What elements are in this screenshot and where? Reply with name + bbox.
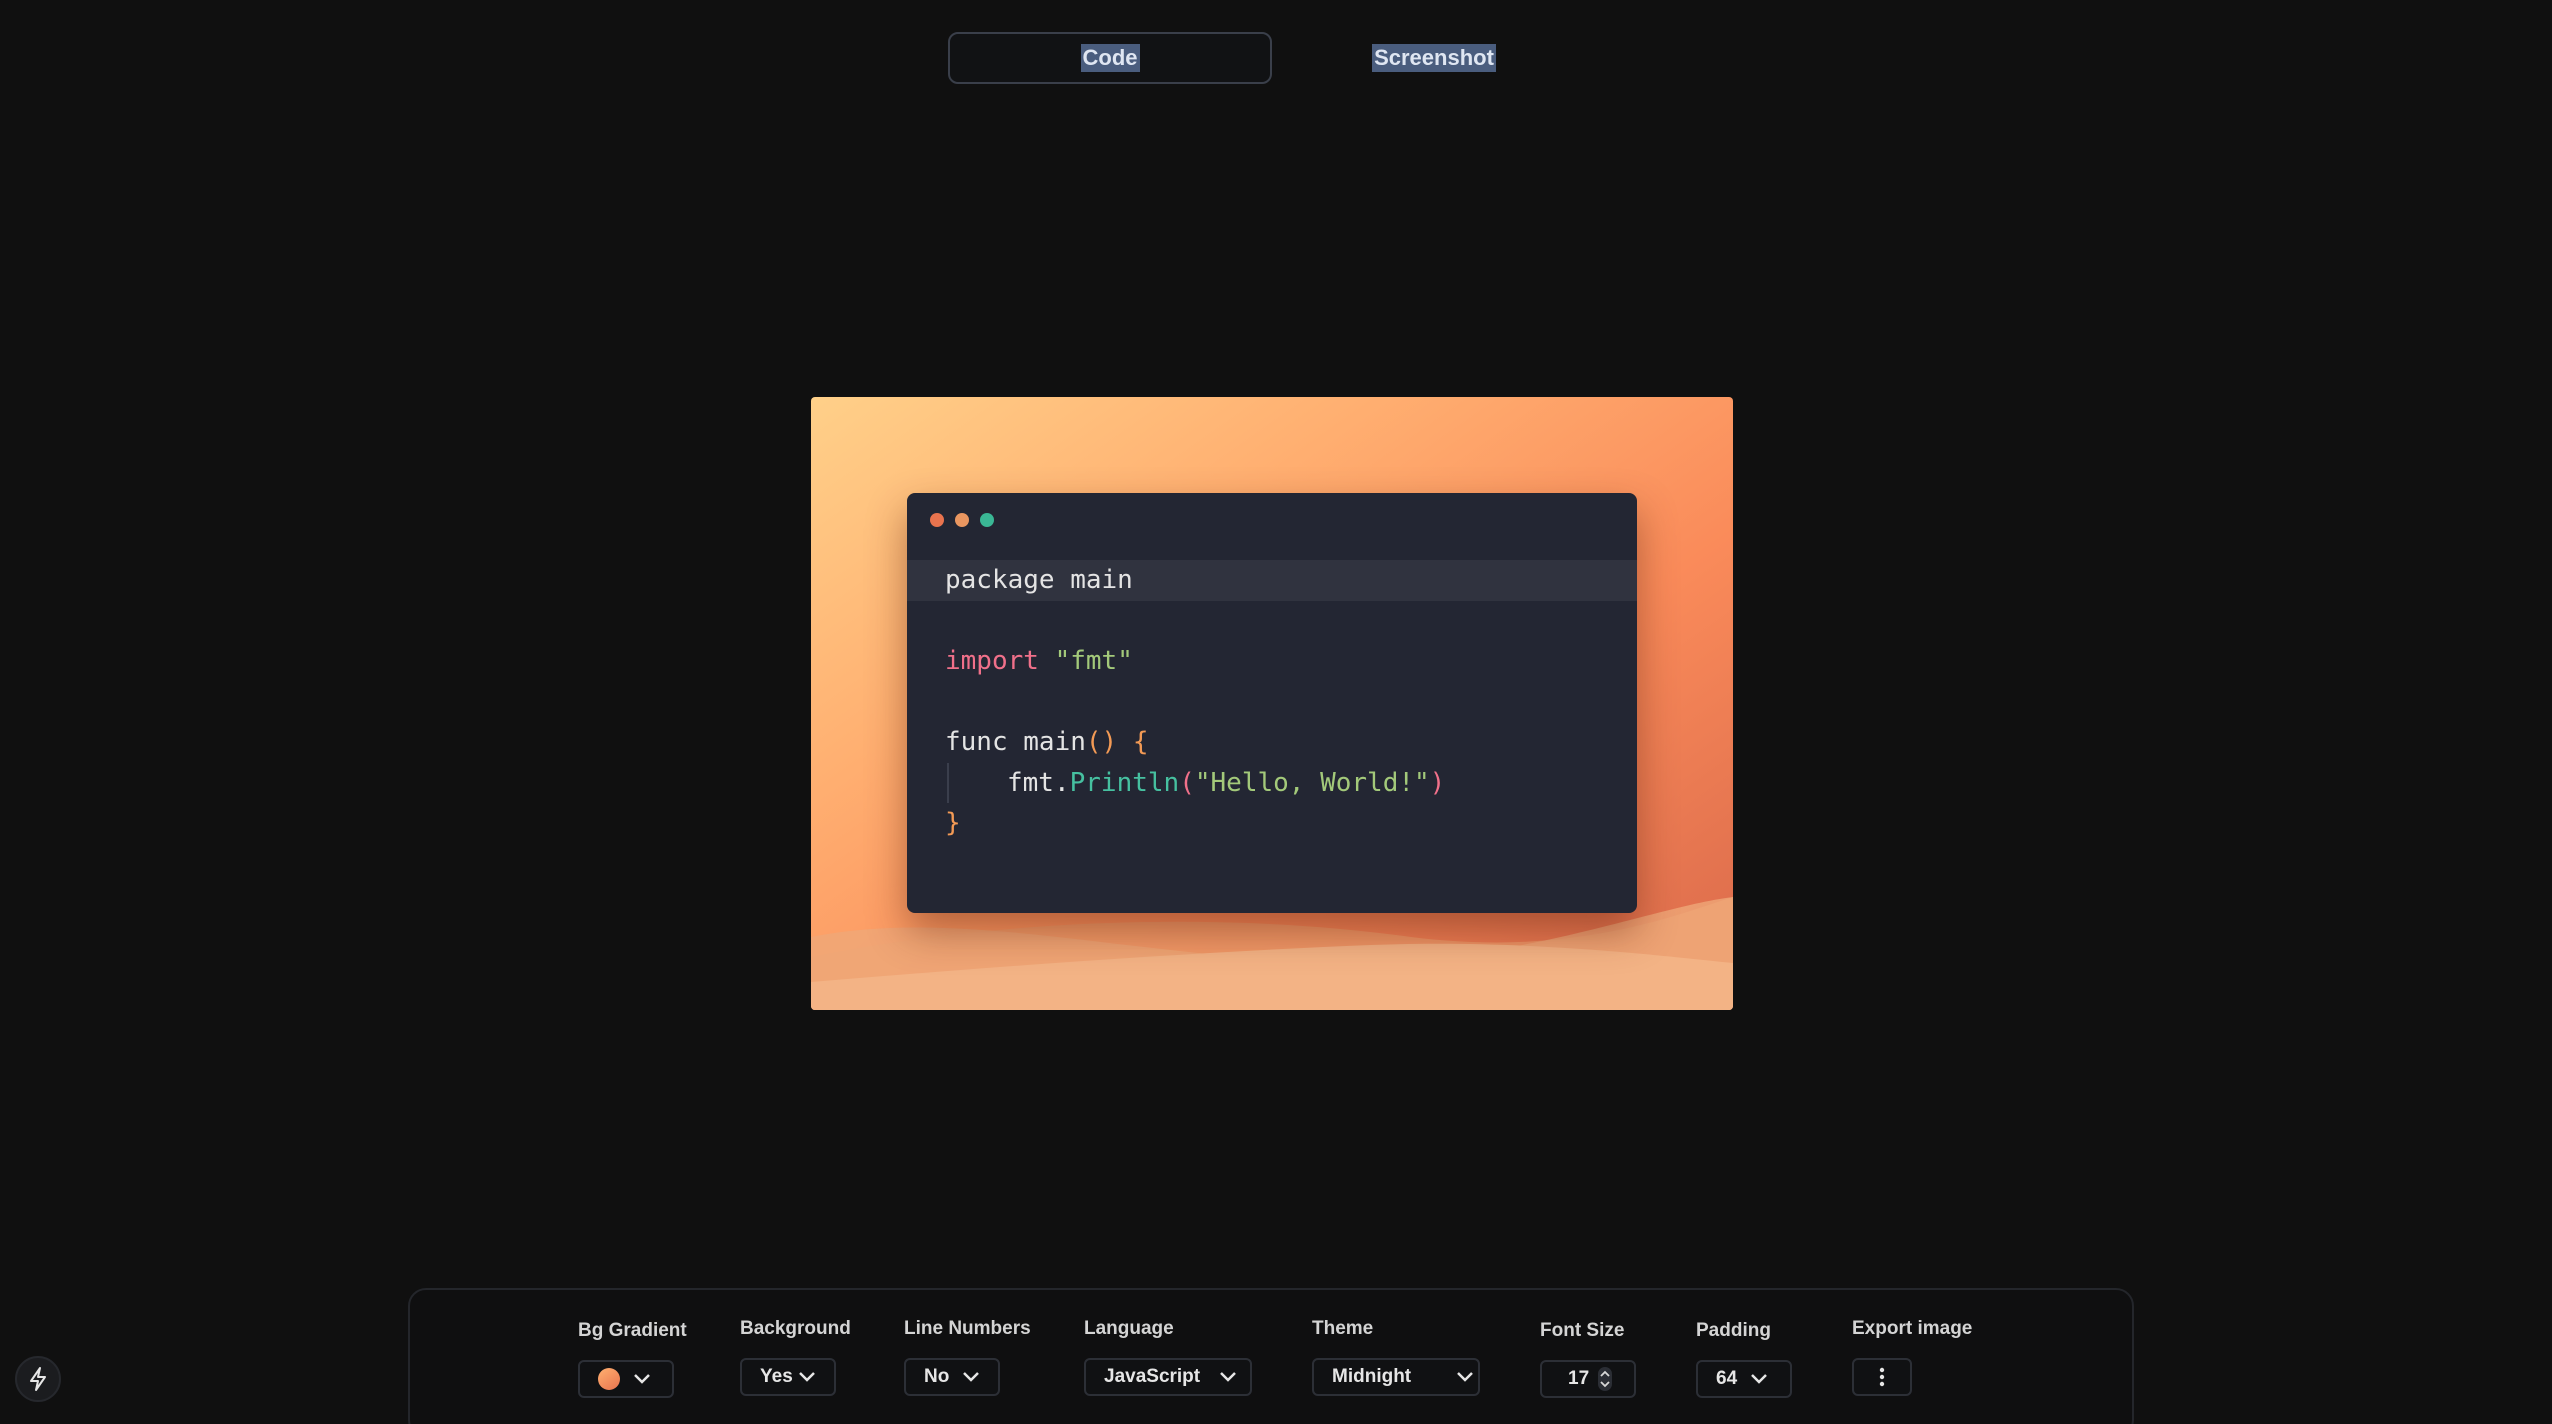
chevron-down-icon bbox=[1457, 1372, 1474, 1382]
lightning-icon bbox=[30, 1367, 46, 1391]
padding-group: Padding 64 bbox=[1696, 1320, 1792, 1398]
line-numbers-group: Line Numbers No bbox=[904, 1318, 1031, 1396]
settings-toolbar: Bg Gradient Background Yes Line Numbers … bbox=[408, 1288, 2134, 1424]
gradient-swatch bbox=[598, 1368, 620, 1390]
background-select[interactable]: Yes bbox=[740, 1358, 836, 1396]
theme-label: Theme bbox=[1312, 1318, 1374, 1339]
tab-code-label: Code bbox=[1080, 44, 1140, 72]
export-group: Export image bbox=[1852, 1318, 1973, 1396]
chevron-down-icon bbox=[963, 1372, 980, 1382]
code-editor[interactable]: package main import "fmt" func main() { … bbox=[907, 560, 1637, 844]
chevron-down-icon bbox=[634, 1374, 650, 1384]
code-token-string: "Hello, World!" bbox=[1194, 767, 1430, 798]
language-group: Language JavaScript bbox=[1084, 1318, 1252, 1396]
theme-value: Midnight bbox=[1332, 1366, 1412, 1387]
padding-label: Padding bbox=[1696, 1320, 1771, 1341]
code-token: package main bbox=[945, 565, 1133, 595]
code-token-function: Println bbox=[1069, 767, 1180, 798]
maximize-dot bbox=[980, 513, 994, 527]
language-value: JavaScript bbox=[1104, 1366, 1201, 1387]
app-root: Code Screenshot package main import "fmt… bbox=[0, 0, 2552, 1424]
minimize-dot bbox=[955, 513, 969, 527]
export-label: Export image bbox=[1852, 1318, 1973, 1339]
stepper-icon[interactable] bbox=[1597, 1366, 1613, 1392]
code-token-keyword: import bbox=[945, 646, 1039, 676]
padding-select[interactable]: 64 bbox=[1696, 1360, 1792, 1398]
chevron-down-icon bbox=[1751, 1374, 1768, 1384]
font-size-group: Font Size 17 bbox=[1540, 1320, 1636, 1398]
code-token-bracket: () { bbox=[1085, 727, 1149, 757]
window-controls bbox=[930, 513, 994, 527]
tab-screenshot[interactable]: Screenshot bbox=[1272, 32, 1596, 84]
code-token-paren: ( bbox=[1179, 767, 1195, 798]
line-numbers-label: Line Numbers bbox=[904, 1318, 1031, 1339]
code-token-bracket: } bbox=[945, 808, 961, 838]
export-menu-button[interactable] bbox=[1852, 1358, 1912, 1396]
tab-screenshot-label: Screenshot bbox=[1372, 44, 1496, 72]
font-size-label: Font Size bbox=[1540, 1320, 1625, 1341]
padding-value: 64 bbox=[1716, 1368, 1738, 1389]
language-select[interactable]: JavaScript bbox=[1084, 1358, 1252, 1396]
background-label: Background bbox=[740, 1318, 851, 1339]
code-window: package main import "fmt" func main() { … bbox=[907, 493, 1637, 913]
chevron-down-icon bbox=[798, 1372, 815, 1382]
background-group: Background Yes bbox=[740, 1318, 851, 1396]
code-line: import "fmt" bbox=[907, 641, 1637, 682]
code-preview-frame: package main import "fmt" func main() { … bbox=[811, 397, 1733, 1010]
bg-gradient-group: Bg Gradient bbox=[578, 1320, 687, 1398]
tab-code[interactable]: Code bbox=[948, 32, 1272, 84]
background-value: Yes bbox=[760, 1366, 793, 1387]
code-line: package main bbox=[907, 560, 1637, 601]
mode-tabs: Code Screenshot bbox=[948, 32, 1608, 86]
code-line: func main() { bbox=[907, 722, 1637, 763]
code-line: fmt.Println("Hello, World!") bbox=[907, 762, 1637, 803]
bg-gradient-select[interactable] bbox=[578, 1360, 674, 1398]
theme-group: Theme Midnight bbox=[1312, 1318, 1480, 1396]
theme-select[interactable]: Midnight bbox=[1312, 1358, 1480, 1396]
code-token: func main bbox=[945, 727, 1086, 757]
language-label: Language bbox=[1084, 1318, 1174, 1339]
quick-action-button[interactable] bbox=[15, 1356, 61, 1402]
chevron-down-icon bbox=[1220, 1372, 1237, 1382]
code-token-paren: ) bbox=[1429, 767, 1446, 798]
font-size-input[interactable]: 17 bbox=[1540, 1360, 1636, 1398]
indent-guide bbox=[947, 762, 949, 803]
code-line: } bbox=[907, 803, 1637, 844]
close-dot bbox=[930, 513, 944, 527]
bg-gradient-label: Bg Gradient bbox=[578, 1320, 687, 1341]
more-vertical-icon bbox=[1879, 1367, 1885, 1387]
font-size-value: 17 bbox=[1568, 1368, 1590, 1389]
code-token-string: "fmt" bbox=[1054, 646, 1133, 676]
line-numbers-select[interactable]: No bbox=[904, 1358, 1000, 1396]
code-token: fmt. bbox=[1007, 767, 1070, 798]
line-numbers-value: No bbox=[924, 1366, 950, 1387]
